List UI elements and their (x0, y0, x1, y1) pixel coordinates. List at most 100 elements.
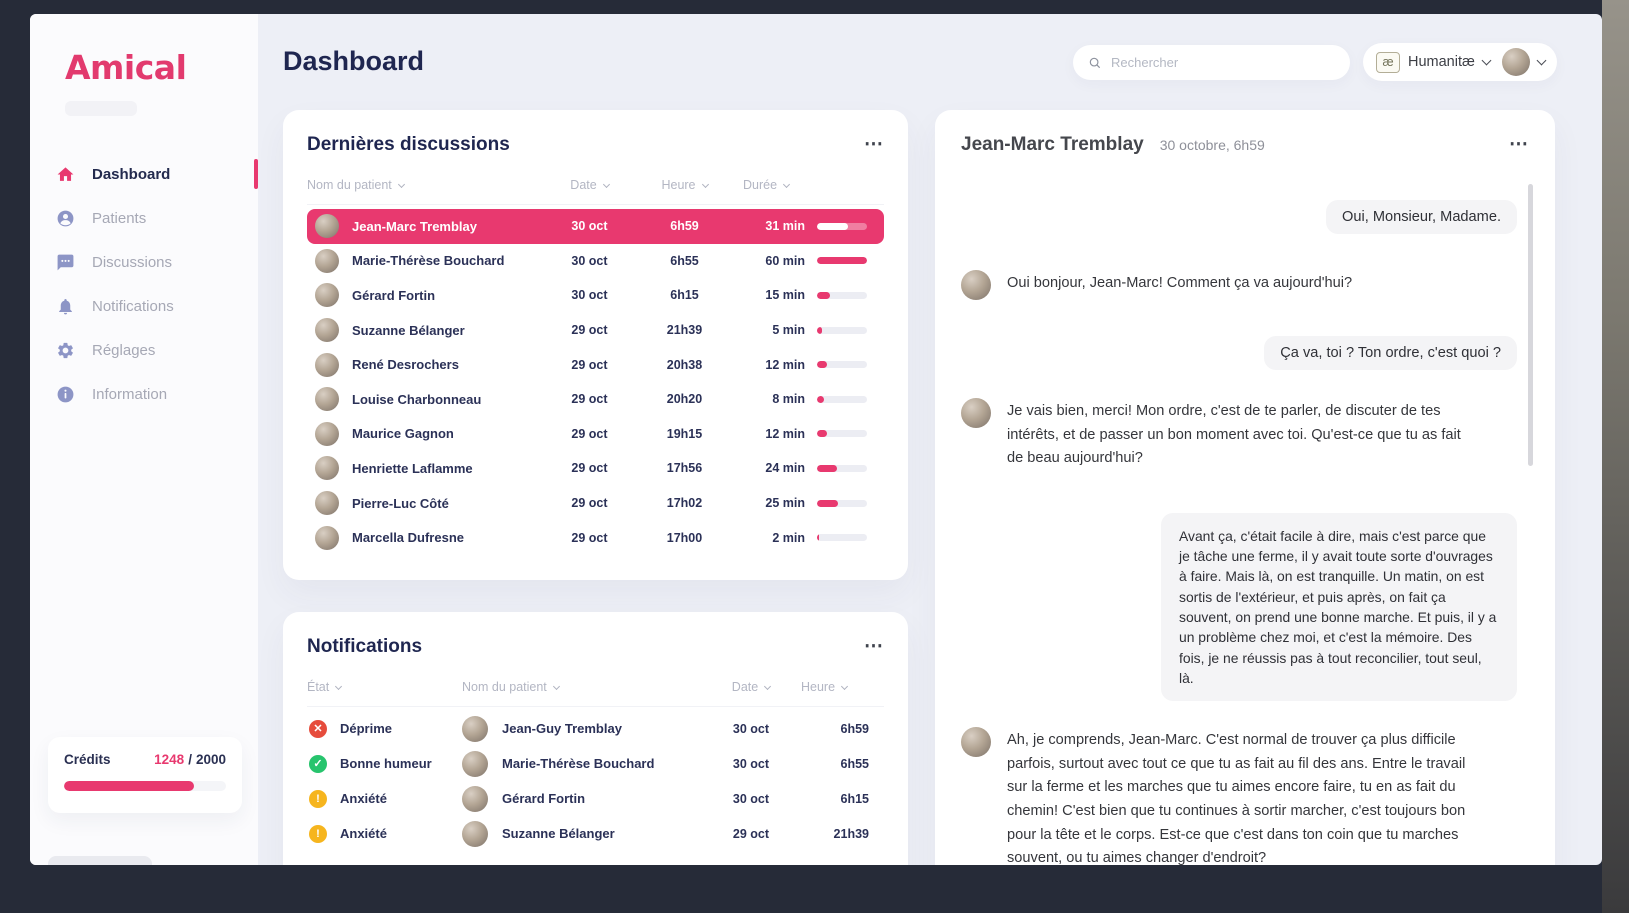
sort-chevron-icon (764, 682, 771, 689)
discussion-heure: 21h39 (632, 323, 737, 337)
credits-label: Crédits (64, 752, 111, 767)
warning-circle-icon: ! (309, 825, 327, 843)
credits-separator: / (188, 752, 192, 767)
ellipsis-icon[interactable]: ⋯ (864, 642, 884, 652)
table-row[interactable]: Marie-Thérèse Bouchard 30 oct 6h55 60 mi… (307, 244, 884, 279)
patient-avatar (315, 353, 339, 377)
patient-avatar (315, 318, 339, 342)
table-row[interactable]: Pierre-Luc Côté 29 oct 17h02 25 min (307, 486, 884, 521)
discussion-date: 30 oct (547, 288, 632, 302)
patient-name: Jean-Marc Tremblay (352, 219, 477, 234)
org-glyph-icon: æ (1376, 52, 1400, 73)
credits-card: Crédits 1248 / 2000 (48, 737, 242, 813)
discussion-heure: 20h38 (632, 358, 737, 372)
discussion-date: 30 oct (547, 219, 632, 233)
sidebar-item-label: Information (92, 386, 167, 403)
duration-bar (817, 292, 867, 299)
discussion-duree: 2 min (737, 531, 817, 545)
sidebar-item-dashboard[interactable]: Dashboard (30, 152, 258, 196)
notifications-title: Notifications (307, 636, 422, 658)
ellipsis-icon[interactable]: ⋯ (1509, 140, 1529, 150)
user-avatar[interactable] (1502, 48, 1530, 76)
sidebar: Amical Dashboard Patients (30, 14, 258, 865)
ellipsis-icon[interactable]: ⋯ (864, 140, 884, 150)
column-header-heure[interactable]: Heure (632, 178, 737, 192)
duration-bar (817, 327, 867, 334)
status-label: Anxiété (340, 791, 387, 806)
discussion-date: 29 oct (547, 427, 632, 441)
logo-subtitle-placeholder (65, 101, 137, 116)
table-row[interactable]: Marcella Dufresne 29 oct 17h00 2 min (307, 520, 884, 555)
table-row[interactable]: Gérard Fortin 30 oct 6h15 15 min (307, 278, 884, 313)
chat-datetime: 30 octobre, 6h59 (1160, 137, 1265, 153)
table-row[interactable]: Louise Charbonneau 29 oct 20h20 8 min (307, 382, 884, 417)
discussion-heure: 17h02 (632, 496, 737, 510)
duration-bar (817, 430, 867, 437)
list-item[interactable]: !Anxiété Suzanne Bélanger 29 oct 21h39 (307, 816, 884, 851)
chevron-down-icon[interactable] (1481, 55, 1491, 65)
search-input[interactable] (1111, 55, 1311, 70)
sidebar-item-discussions[interactable]: Discussions (30, 240, 258, 284)
table-row[interactable]: Henriette Laflamme 29 oct 17h56 24 min (307, 451, 884, 486)
credits-total: 2000 (196, 752, 226, 767)
chat-scrollbar[interactable] (1528, 184, 1533, 466)
chat-panel: Jean-Marc Tremblay 30 octobre, 6h59 ⋯ Ou… (935, 110, 1555, 865)
notification-date: 30 oct (707, 722, 795, 736)
column-header-etat[interactable]: État (307, 680, 462, 694)
patient-name: Suzanne Bélanger (502, 826, 615, 841)
sidebar-item-information[interactable]: Information (30, 372, 258, 416)
chat-icon (56, 253, 75, 272)
column-header-name[interactable]: Nom du patient (307, 178, 547, 192)
discussion-date: 29 oct (547, 392, 632, 406)
list-item[interactable]: ✕Déprime Jean-Guy Tremblay 30 oct 6h59 (307, 711, 884, 746)
discussion-duree: 31 min (737, 219, 817, 233)
assistant-message-text: Je vais bien, merci! Mon ordre, c'est de… (1007, 400, 1477, 471)
home-icon (56, 165, 75, 184)
chevron-down-icon[interactable] (1536, 55, 1546, 65)
discussion-heure: 6h59 (632, 219, 737, 233)
patient-name: Pierre-Luc Côté (352, 496, 449, 511)
discussion-duree: 15 min (737, 288, 817, 302)
table-row[interactable]: Maurice Gagnon 29 oct 19h15 12 min (307, 417, 884, 452)
search-icon (1088, 56, 1102, 70)
sidebar-item-patients[interactable]: Patients (30, 196, 258, 240)
table-row[interactable]: René Desrochers 29 oct 20h38 12 min (307, 347, 884, 382)
sidebar-item-label: Discussions (92, 254, 172, 271)
discussion-heure: 20h20 (632, 392, 737, 406)
column-header-date[interactable]: Date (547, 178, 632, 192)
sidebar-item-notifications[interactable]: Notifications (30, 284, 258, 328)
patient-avatar (315, 387, 339, 411)
column-header-date[interactable]: Date (707, 680, 795, 694)
screenshot-canvas: Amical Dashboard Patients (0, 0, 1629, 913)
duration-bar (817, 396, 867, 403)
discussion-date: 29 oct (547, 496, 632, 510)
patient-name: Suzanne Bélanger (352, 323, 465, 338)
desktop-backdrop (1602, 0, 1629, 913)
column-header-duree[interactable]: Durée (737, 178, 817, 192)
discussion-duree: 12 min (737, 358, 817, 372)
list-item[interactable]: ✓Bonne humeur Marie-Thérèse Bouchard 30 … (307, 746, 884, 781)
credits-progressbar (64, 781, 226, 791)
patient-avatar (315, 214, 339, 238)
app-window: Amical Dashboard Patients (30, 14, 1602, 865)
patient-avatar (315, 422, 339, 446)
sort-chevron-icon (783, 180, 790, 187)
patient-name: Louise Charbonneau (352, 392, 481, 407)
org-selector[interactable]: æ Humanitæ (1363, 43, 1557, 81)
patient-name: Maurice Gagnon (352, 426, 454, 441)
patient-avatar (462, 821, 488, 847)
patient-name: René Desrochers (352, 357, 459, 372)
discussion-heure: 17h56 (632, 461, 737, 475)
discussion-heure: 17h00 (632, 531, 737, 545)
patient-avatar (462, 786, 488, 812)
list-item[interactable]: !Anxiété Gérard Fortin 30 oct 6h15 (307, 781, 884, 816)
search-bar[interactable] (1073, 45, 1350, 80)
status-label: Anxiété (340, 826, 387, 841)
table-row[interactable]: Jean-Marc Tremblay 30 oct 6h59 31 min (307, 209, 884, 244)
sort-chevron-icon (335, 682, 342, 689)
column-header-heure[interactable]: Heure (795, 680, 875, 694)
column-header-name[interactable]: Nom du patient (462, 680, 707, 694)
table-row[interactable]: Suzanne Bélanger 29 oct 21h39 5 min (307, 313, 884, 348)
patient-name: Marcella Dufresne (352, 530, 464, 545)
sidebar-item-reglages[interactable]: Réglages (30, 328, 258, 372)
